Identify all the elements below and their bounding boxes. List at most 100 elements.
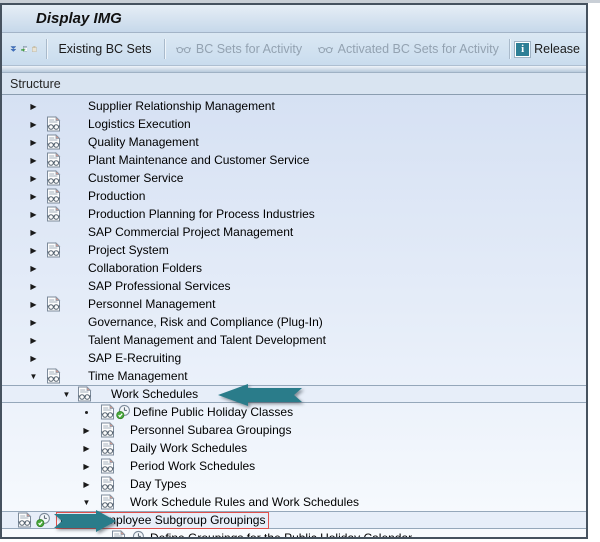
- tree-row[interactable]: ▶ Governance, Risk and Compliance (Plug-…: [2, 313, 586, 331]
- tree-item-label[interactable]: Work Schedule Rules and Work Schedules: [130, 495, 359, 509]
- expand-icon[interactable]: ▶: [81, 460, 92, 472]
- existing-bc-sets-button[interactable]: Existing BC Sets: [52, 40, 157, 58]
- tree-row[interactable]: ▶ Quality Management: [2, 133, 586, 151]
- tree-item-label[interactable]: Customer Service: [88, 171, 183, 185]
- tree-item-label[interactable]: Work Schedules: [111, 387, 198, 401]
- expand-icon[interactable]: ▶: [28, 208, 39, 220]
- tree-row[interactable]: Define Groupings for the Public Holiday …: [2, 529, 586, 537]
- tree-item-label[interactable]: SAP Commercial Project Management: [88, 225, 293, 239]
- img-activity-icon[interactable]: [130, 530, 145, 537]
- tree-item-label[interactable]: Quality Management: [88, 135, 199, 149]
- documentation-icon[interactable]: [17, 512, 32, 528]
- tree-row[interactable]: ▶ Logistics Execution: [2, 115, 586, 133]
- tree-row[interactable]: ▶ Daily Work Schedules: [2, 439, 586, 457]
- documentation-icon[interactable]: [46, 242, 61, 258]
- expand-icon[interactable]: ▶: [28, 190, 39, 202]
- expand-icon[interactable]: ▶: [28, 100, 39, 112]
- tree-row[interactable]: ▶ Period Work Schedules: [2, 457, 586, 475]
- documentation-icon[interactable]: [46, 116, 61, 132]
- tree-row[interactable]: ▶ Collaboration Folders: [2, 259, 586, 277]
- tree-item-label[interactable]: Supplier Relationship Management: [88, 99, 275, 113]
- documentation-icon[interactable]: [46, 134, 61, 150]
- documentation-icon[interactable]: [100, 404, 115, 420]
- tree-item-label[interactable]: Project System: [88, 243, 169, 257]
- collapse-icon[interactable]: ▼: [28, 370, 39, 382]
- release-notes-button[interactable]: i Release: [514, 40, 580, 58]
- tree-item-label[interactable]: Define Public Holiday Classes: [133, 405, 293, 419]
- tree-row[interactable]: ▶ Customer Service: [2, 169, 586, 187]
- tree-item-label[interactable]: Logistics Execution: [88, 117, 191, 131]
- documentation-icon[interactable]: [46, 170, 61, 186]
- tree-row[interactable]: ▶ Plant Maintenance and Customer Service: [2, 151, 586, 169]
- expand-icon[interactable]: ▶: [28, 154, 39, 166]
- tree-row[interactable]: ▼ Work Schedule Rules and Work Schedules: [2, 493, 586, 511]
- tree-item-label[interactable]: SAP E-Recruiting: [88, 351, 181, 365]
- tree-row[interactable]: ▶ Production Planning for Process Indust…: [2, 205, 586, 223]
- expand-icon[interactable]: ▶: [81, 424, 92, 436]
- documentation-icon[interactable]: [100, 458, 115, 474]
- documentation-icon[interactable]: [46, 188, 61, 204]
- tree-item-label[interactable]: Governance, Risk and Compliance (Plug-In…: [88, 315, 323, 329]
- documentation-icon[interactable]: [100, 494, 115, 510]
- expand-icon[interactable]: ▶: [28, 262, 39, 274]
- tree-item-label[interactable]: Production Planning for Process Industri…: [88, 207, 315, 221]
- img-activity-icon[interactable]: [116, 404, 131, 420]
- tree-row[interactable]: ▶ SAP Professional Services: [2, 277, 586, 295]
- img-activity-icon[interactable]: [36, 512, 51, 528]
- tree-item-label[interactable]: SAP Professional Services: [88, 279, 231, 293]
- img-structure-tree: ▶ Supplier Relationship Management ▶ Log…: [2, 95, 586, 537]
- tree-row[interactable]: ▶ SAP E-Recruiting: [2, 349, 586, 367]
- documentation-icon[interactable]: [77, 386, 92, 402]
- tree-item-label[interactable]: Time Management: [88, 369, 188, 383]
- tree-item-label[interactable]: Daily Work Schedules: [130, 441, 247, 455]
- tree-item-label[interactable]: Personnel Subarea Groupings: [130, 423, 291, 437]
- expand-icon[interactable]: ▶: [81, 442, 92, 454]
- tree-item-label[interactable]: Collaboration Folders: [88, 261, 202, 275]
- tree-row[interactable]: ▶ Talent Management and Talent Developme…: [2, 331, 586, 349]
- expand-icon[interactable]: ▶: [28, 280, 39, 292]
- tree-item-label[interactable]: Talent Management and Talent Development: [88, 333, 326, 347]
- tree-item-label[interactable]: Define Groupings for the Public Holiday …: [150, 531, 412, 537]
- tree-item-label[interactable]: Personnel Management: [88, 297, 215, 311]
- expand-icon[interactable]: ▶: [28, 244, 39, 256]
- tree-row[interactable]: ▶ Personnel Subarea Groupings: [2, 421, 586, 439]
- expand-icon[interactable]: ▶: [28, 352, 39, 364]
- expand-icon[interactable]: ▶: [28, 136, 39, 148]
- documentation-icon[interactable]: [111, 530, 126, 537]
- documentation-icon[interactable]: [100, 422, 115, 438]
- tree-row[interactable]: ▶ Day Types: [2, 475, 586, 493]
- double-chevron-down-icon[interactable]: [10, 39, 17, 59]
- tree-item-label[interactable]: Period Work Schedules: [130, 459, 255, 473]
- documentation-icon[interactable]: [100, 476, 115, 492]
- tree-item-label[interactable]: Production: [88, 189, 145, 203]
- tree-row[interactable]: ▶ Project System: [2, 241, 586, 259]
- tree-row[interactable]: ▼ Time Management: [2, 367, 586, 385]
- tree-item-label[interactable]: Plant Maintenance and Customer Service: [88, 153, 309, 167]
- display-bc-set-icon[interactable]: [20, 39, 28, 59]
- display-img-window: Display IMG Existing BC Sets BC Sets for…: [0, 3, 588, 539]
- tree-row-selected[interactable]: Define Employee Subgroup Groupings: [2, 510, 586, 532]
- expand-icon[interactable]: ▶: [28, 172, 39, 184]
- tree-row-selected[interactable]: ▼ Work Schedules: [2, 384, 586, 406]
- expand-icon[interactable]: ▶: [28, 298, 39, 310]
- bc-sets-for-activity-label: BC Sets for Activity: [195, 42, 303, 56]
- structure-header: Structure: [2, 73, 586, 95]
- collapse-icon[interactable]: ▼: [61, 388, 72, 400]
- tree-item-label[interactable]: Day Types: [130, 477, 186, 491]
- expand-icon[interactable]: ▶: [28, 226, 39, 238]
- documentation-icon[interactable]: [46, 296, 61, 312]
- expand-icon[interactable]: ▶: [28, 316, 39, 328]
- documentation-icon[interactable]: [46, 206, 61, 222]
- expand-icon[interactable]: ▶: [28, 118, 39, 130]
- tree-row[interactable]: ▶ SAP Commercial Project Management: [2, 223, 586, 241]
- documentation-icon[interactable]: [100, 440, 115, 456]
- expand-icon[interactable]: ▶: [28, 334, 39, 346]
- tree-row[interactable]: ▶ Personnel Management: [2, 295, 586, 313]
- documentation-icon[interactable]: [46, 152, 61, 168]
- expand-icon[interactable]: ▶: [81, 478, 92, 490]
- collapse-icon[interactable]: ▼: [81, 496, 92, 508]
- tree-row[interactable]: ▶ Production: [2, 187, 586, 205]
- tree-row[interactable]: ▶ Supplier Relationship Management: [2, 97, 586, 115]
- tree-row[interactable]: Define Public Holiday Classes: [2, 403, 586, 421]
- documentation-icon[interactable]: [46, 368, 61, 384]
